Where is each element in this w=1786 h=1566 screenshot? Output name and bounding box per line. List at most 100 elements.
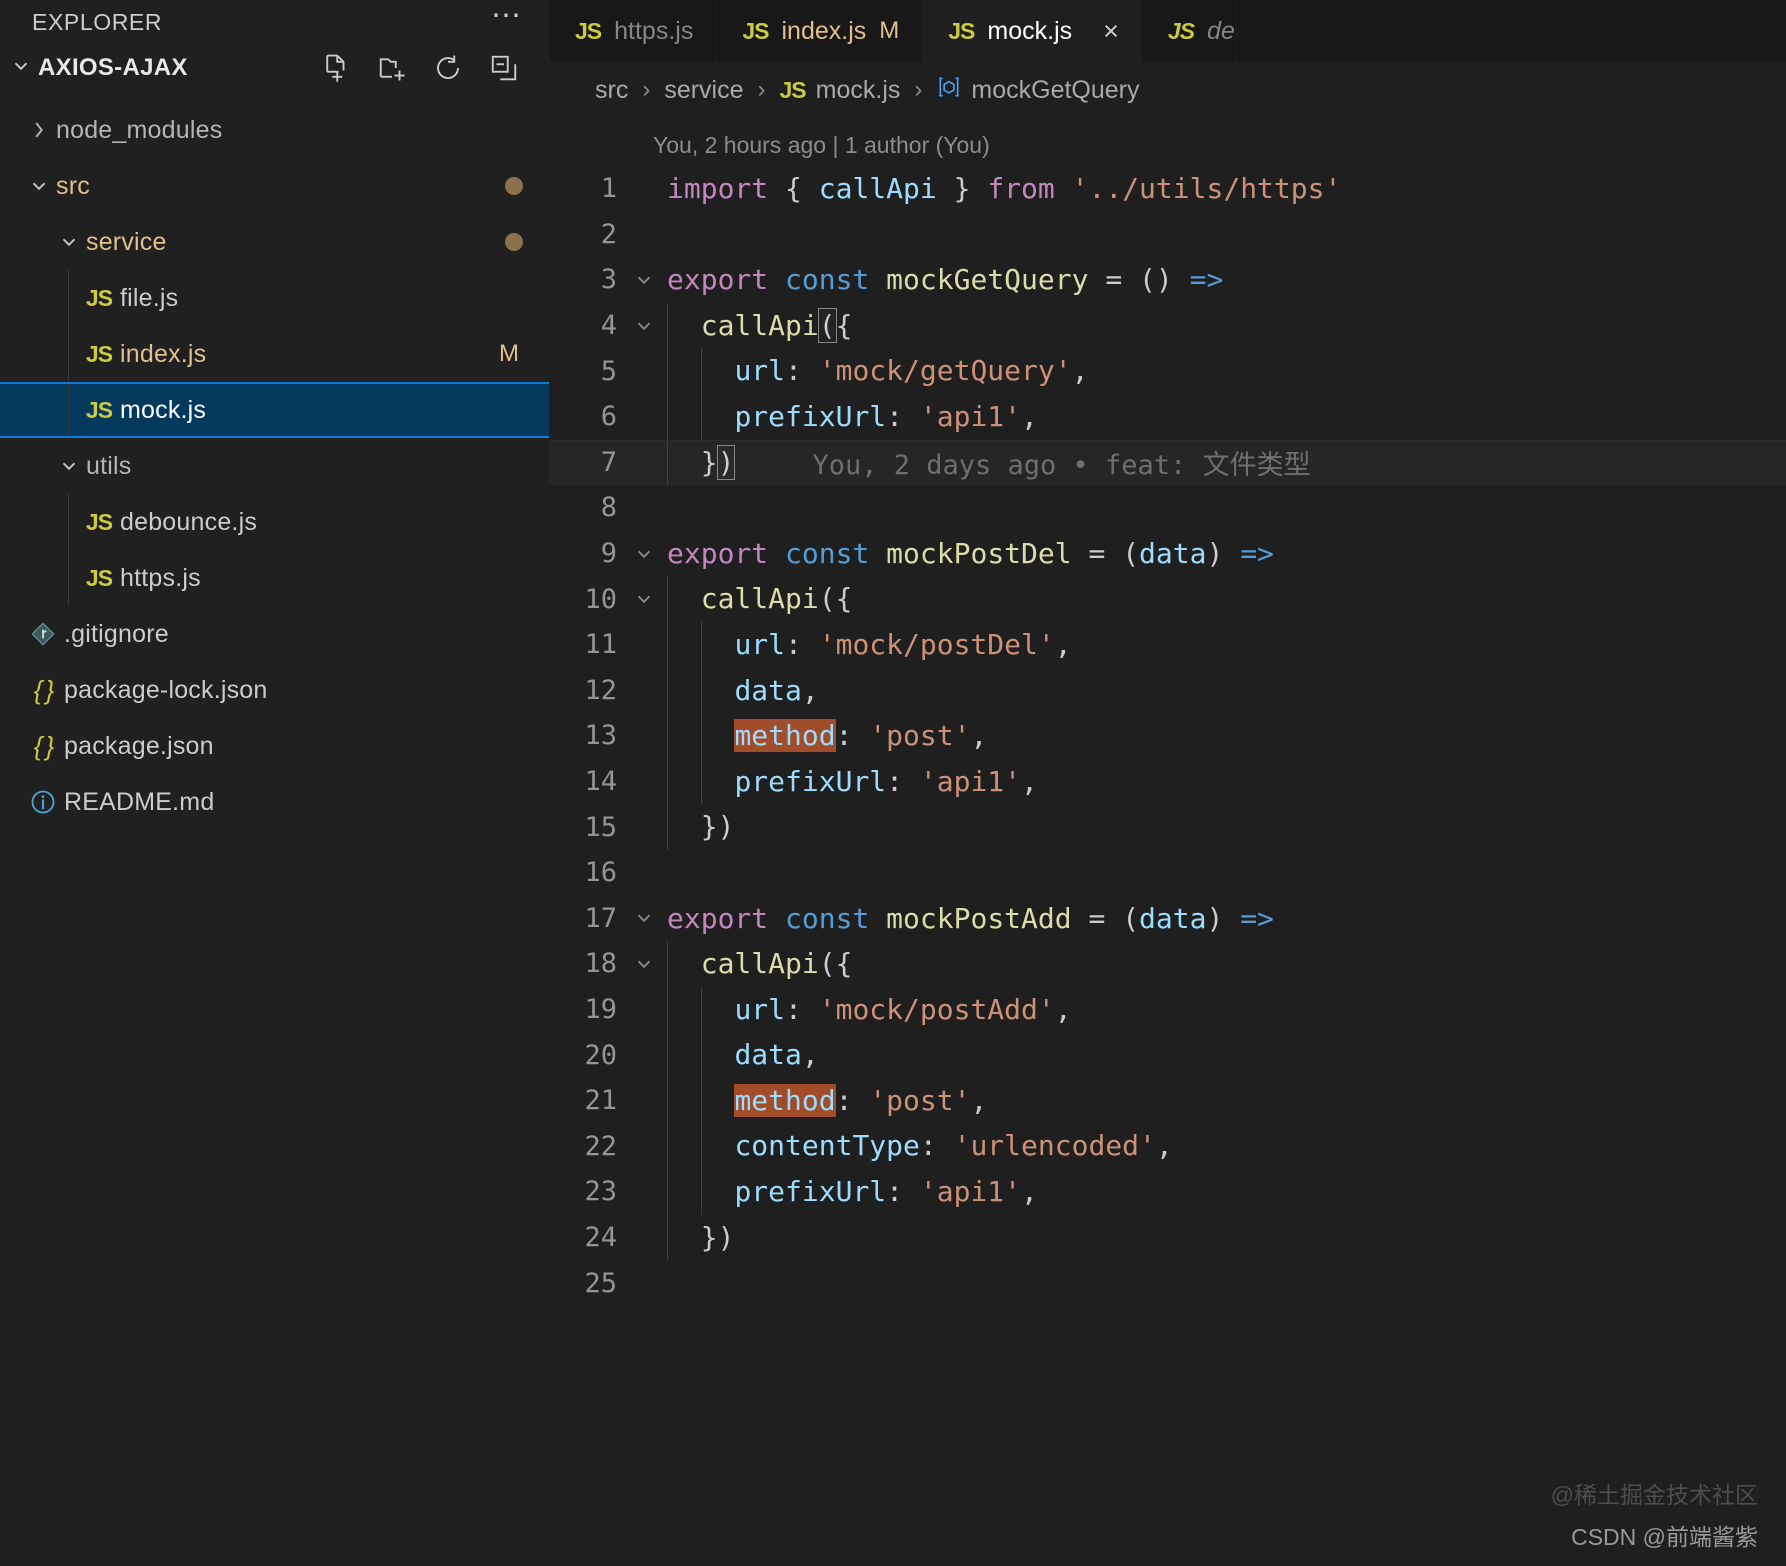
editor-tab-mock-js[interactable]: JS mock.js × [922,0,1142,62]
code-line-1[interactable]: 1 import { callApi } from '../utils/https… [549,166,1786,212]
git-status-badge: M [499,340,519,367]
chevron-down-icon[interactable] [52,231,86,253]
editor-tab-index-js[interactable]: JS index.js M [716,0,923,62]
indent-guide [700,713,702,759]
gitlens-blame-header: You, 2 hours ago | 1 author (You) [653,132,990,158]
code-line-11[interactable]: 11 url: 'mock/postDel', [549,621,1786,668]
code-line-19[interactable]: 19 url: 'mock/postAdd', [549,986,1786,1033]
code-line-24[interactable]: 24 }) [549,1214,1786,1261]
chevron-right-icon[interactable] [22,119,56,141]
code-text: }) [667,1214,734,1261]
code-line-7[interactable]: 7 }) You, 2 days ago • feat: 文件类型 [549,439,1786,486]
chevron-down-icon[interactable] [22,175,56,197]
code-line-25[interactable]: 25 [549,1260,1786,1306]
code-line-16[interactable]: 16 [549,850,1786,896]
line-number: 4 [600,310,617,342]
editor-tabbar: JS https.js JS index.js M JS mock.js × JS de [549,0,1786,62]
indent-guide [700,1032,702,1078]
code-text: url: 'mock/getQuery', [667,348,1088,394]
editor-tab-https-js[interactable]: JS https.js [549,0,717,62]
tab-modified-badge: M [879,17,900,44]
tab-label: https.js [614,16,694,45]
tab-label: index.js [781,16,867,45]
workspace-root-row[interactable]: AXIOS-AJAX [0,42,549,94]
code-line-23[interactable]: 23 prefixUrl: 'api1', [549,1169,1786,1215]
git-file-icon [31,622,55,646]
fold-chevron-down-icon[interactable] [621,269,667,291]
code-text: callApi({ [667,941,852,987]
new-folder-icon[interactable] [377,53,407,83]
tree-item-mock-js[interactable]: JS mock.js [0,382,549,438]
code-line-8[interactable]: 8 [549,485,1786,531]
close-icon[interactable]: × [1103,16,1119,47]
code-line-9[interactable]: 9 export const mockPostDel = (data) => [549,531,1786,577]
editor-pane: JS https.js JS index.js M JS mock.js × JS de src ›… [549,0,1786,1566]
js-file-icon: JS [85,508,113,535]
tree-item-label: file.js [120,283,179,312]
breadcrumb-label: src [595,75,629,104]
indent-guide [667,1214,668,1261]
code-editor[interactable]: You, 2 hours ago | 1 author (You) 1 impor… [549,118,1786,1306]
tree-item-file-js[interactable]: JS file.js [0,270,549,326]
tree-item-utils[interactable]: utils [0,438,549,494]
line-number: 23 [584,1176,617,1208]
breadcrumb-item-src[interactable]: src [595,76,628,105]
code-line-10[interactable]: 10 callApi({ [549,576,1786,622]
line-number: 3 [600,264,617,296]
code-line-3[interactable]: 3 export const mockGetQuery = () => [549,257,1786,303]
breadcrumb-item-mockgetquery[interactable]: mockGetQuery [936,74,1140,107]
chevron-down-icon[interactable] [4,55,38,82]
code-line-17[interactable]: 17 export const mockPostAdd = (data) => [549,896,1786,942]
code-line-2[interactable]: 2 [549,212,1786,258]
tree-item-index-js[interactable]: JS index.js M [0,326,549,382]
tree-item-package-lock-json[interactable]: { } package-lock.json [0,662,549,718]
breadcrumb-item-mock-js[interactable]: JS mock.js [780,76,901,105]
code-line-22[interactable]: 22 contentType: 'urlencoded', [549,1123,1786,1170]
tree-item-node-modules[interactable]: node_modules [0,102,549,158]
fold-chevron-down-icon[interactable] [621,543,667,565]
tree-item--gitignore[interactable]: .gitignore [0,606,549,662]
fold-chevron-down-icon[interactable] [621,588,667,610]
breadcrumb-label: mockGetQuery [971,75,1140,104]
code-line-4[interactable]: 4 callApi({ [549,302,1786,349]
code-line-20[interactable]: 20 data, [549,1032,1786,1078]
line-number: 10 [584,583,617,615]
code-text: url: 'mock/postDel', [667,621,1072,668]
new-file-icon[interactable] [321,53,351,83]
indent-guide [700,1077,702,1124]
refresh-icon[interactable] [433,53,463,83]
code-line-15[interactable]: 15 }) [549,804,1786,850]
fold-chevron-down-icon[interactable] [621,953,667,975]
code-line-14[interactable]: 14 prefixUrl: 'api1', [549,758,1786,805]
indent-guide [68,326,69,382]
breadcrumb-item-service[interactable]: service [664,76,743,105]
indent-guide [667,667,668,714]
find-match-highlight: method [734,1083,836,1117]
tree-item-package-json[interactable]: { } package.json [0,718,549,774]
ellipsis-icon[interactable]: ⋯ [491,1,523,35]
code-line-13[interactable]: 13 method: 'post', [549,713,1786,759]
tree-item-src[interactable]: src [0,158,549,214]
fold-chevron-down-icon[interactable] [621,315,667,337]
code-line-18[interactable]: 18 callApi({ [549,941,1786,987]
editor-tab-de[interactable]: JS de [1141,0,1237,62]
chevron-down-icon[interactable] [52,455,86,477]
code-line-12[interactable]: 12 data, [549,667,1786,714]
line-number: 2 [600,218,617,250]
tree-item-debounce-js[interactable]: JS debounce.js [0,494,549,550]
indent-guide [700,1123,702,1170]
explorer-actions [321,53,529,83]
code-line-6[interactable]: 6 prefixUrl: 'api1', [549,393,1786,440]
code-text: import { callApi } from '../utils/https' [667,172,1342,205]
file-type-icon: JS [78,509,120,536]
git-status-dot [505,233,523,251]
file-type-icon: JS [78,341,120,368]
tree-item-https-js[interactable]: JS https.js [0,550,549,606]
code-line-21[interactable]: 21 method: 'post', [549,1077,1786,1124]
breadcrumb: src › service › JS mock.js › mockGetQuery [549,62,1786,118]
collapse-all-icon[interactable] [489,53,519,83]
code-line-5[interactable]: 5 url: 'mock/getQuery', [549,348,1786,394]
tree-item-readme-md[interactable]: README.md [0,774,549,830]
fold-chevron-down-icon[interactable] [621,907,667,929]
tree-item-service[interactable]: service [0,214,549,270]
